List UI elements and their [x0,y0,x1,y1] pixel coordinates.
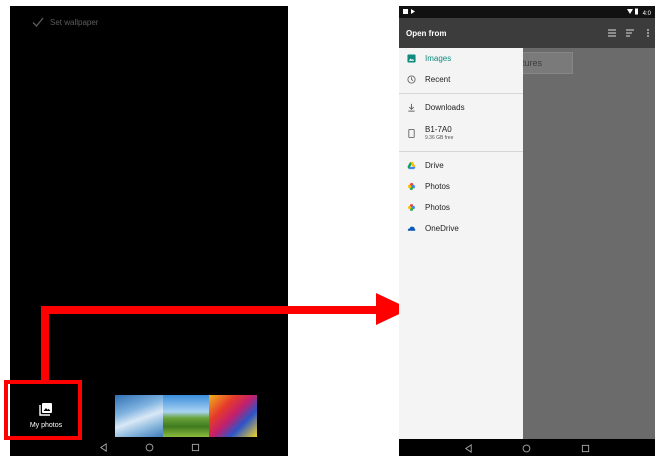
google-drive-icon [407,161,416,170]
list-view-icon[interactable] [607,28,617,38]
drawer-item-label: Photos [425,203,450,212]
drawer-item-label: B1-7A0 [425,125,452,134]
recents-icon[interactable] [581,444,590,453]
right-phone-screen: 4:0 tures Open from Images Recent Downlo… [399,6,655,456]
status-right: 4:0 [626,8,651,17]
more-vert-icon[interactable] [643,28,653,38]
wallpaper-thumbnail-sky[interactable] [115,395,165,437]
drawer-divider [399,151,523,152]
drawer-item-onedrive[interactable]: OneDrive [399,218,523,239]
download-icon [408,103,415,112]
pictures-chip-label: tures [522,58,543,68]
drawer-item-label: Downloads [425,103,465,112]
highlight-box [4,380,82,440]
drawer-item-photos[interactable]: Photos [399,176,523,197]
storage-free-label: 9.36 GB free [425,135,454,141]
clock-icon [407,75,416,84]
wallpaper-thumbnail-field[interactable] [163,395,211,437]
drawer-item-images[interactable]: Images [399,48,523,69]
tablet-icon [408,128,415,138]
back-icon[interactable] [99,442,108,452]
notification-icons [403,8,415,14]
drawer-item-drive[interactable]: Drive [399,155,523,176]
status-left-icons [403,8,417,17]
back-icon[interactable] [464,443,473,453]
pinwheel-icon [407,182,416,191]
wallpaper-thumbnail-paint[interactable] [209,395,257,437]
arrow-segment-horizontal [41,306,378,314]
home-icon[interactable] [522,444,531,453]
pinwheel-icon [408,204,415,211]
drawer-divider [399,93,523,94]
drawer-title: Open from [399,18,523,48]
drawer-item-device[interactable]: B1-7A0 9.36 GB free [399,118,523,148]
drawer-item-photos-2[interactable]: Photos [399,197,523,218]
set-wallpaper-label: Set wallpaper [50,17,99,27]
drawer-item-label: Photos [425,182,450,191]
arrow-segment-vertical [41,306,49,384]
check-icon [32,17,44,27]
wifi-battery-icon [626,8,638,14]
status-bar: 4:0 [399,6,655,18]
drawer-item-downloads[interactable]: Downloads [399,97,523,118]
recents-icon[interactable] [191,443,200,452]
status-time: 4:0 [642,10,651,17]
open-from-drawer: Open from Images Recent Downloads B1-7A0… [399,18,523,445]
drawer-item-label: OneDrive [425,224,459,233]
drawer-item-recent[interactable]: Recent [399,69,523,90]
right-nav-bar [399,439,655,456]
home-icon[interactable] [145,443,154,452]
drawer-item-label: Images [425,54,452,63]
drawer-item-label: Drive [425,161,444,170]
cloud-icon [407,226,416,231]
sort-icon[interactable] [625,28,635,38]
drawer-item-label: Recent [425,75,451,84]
set-wallpaper-bar[interactable]: Set wallpaper [10,6,288,38]
image-icon [407,54,416,63]
pictures-folder-chip[interactable]: tures [517,52,573,74]
